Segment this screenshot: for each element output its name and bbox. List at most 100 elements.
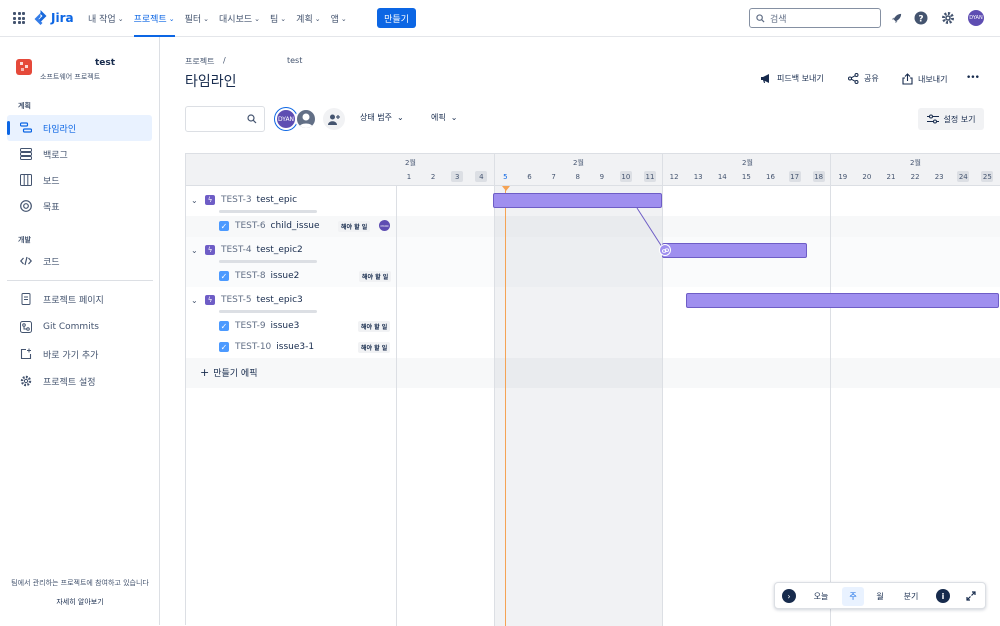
git-commits-icon	[19, 320, 33, 334]
issue-key[interactable]: TEST-8	[235, 271, 266, 281]
filter-avatar-dyan[interactable]: DYAN	[275, 108, 297, 130]
top-nav: 내 작업 ⌄ 프로젝트 ⌄ 필터 ⌄ 대시보드 ⌄ 팀 ⌄ 계획 ⌄ 앱 ⌄	[88, 0, 357, 37]
breadcrumb-project[interactable]: test	[287, 56, 302, 65]
help-icon[interactable]: ?	[913, 10, 929, 26]
zoom-today-button[interactable]: 오늘	[808, 587, 834, 606]
assignee-avatar[interactable]: DYAN	[379, 220, 390, 231]
nav-apps[interactable]: 앱 ⌄	[331, 0, 347, 37]
more-actions-button[interactable]: •••	[966, 73, 980, 83]
chevron-down-icon: ⌄	[168, 14, 175, 23]
nav-label: 계획	[296, 15, 313, 25]
share-button[interactable]: 공유	[848, 73, 879, 84]
sidebar-item-label: 바로 가기 추가	[43, 350, 99, 361]
sidebar-item-backlog[interactable]: 백로그	[7, 141, 152, 167]
nav-filters[interactable]: 필터 ⌄	[185, 0, 209, 37]
issue-key[interactable]: TEST-3	[221, 195, 252, 205]
timeline-search-input[interactable]	[185, 106, 265, 132]
export-label: 내보내기	[918, 74, 948, 84]
export-button[interactable]: 내보내기	[902, 73, 947, 85]
create-button[interactable]: 만들기	[377, 8, 416, 28]
epic-row-test-3[interactable]: ⌄ ϟ TEST-3 test_epic	[186, 192, 397, 208]
chevron-down-icon[interactable]: ⌄	[191, 246, 201, 255]
view-settings-label: 설정 보기	[943, 114, 976, 124]
issue-list: ⌄ ϟ TEST-3 test_epic ✓ TEST-6 child_issu…	[186, 154, 397, 626]
plus-icon: +	[200, 365, 210, 379]
sidebar-item-label: 타임라인	[43, 124, 77, 135]
sidebar-item-board[interactable]: 보드	[7, 167, 152, 193]
sidebar-item-label: 보드	[43, 176, 60, 187]
nav-dashboards[interactable]: 대시보드 ⌄	[219, 0, 260, 37]
chevron-down-icon: ⌄	[254, 14, 261, 23]
link-icon[interactable]	[659, 244, 671, 256]
issue-key[interactable]: TEST-5	[221, 295, 252, 305]
feedback-label: 피드백 보내기	[777, 74, 824, 83]
issue-summary: issue2	[270, 271, 300, 281]
sidebar-item-git-commits[interactable]: Git Commits	[7, 314, 152, 340]
epic-filter[interactable]: 에픽 ⌄	[431, 112, 457, 123]
nav-plans[interactable]: 계획 ⌄	[296, 0, 320, 37]
section-dev-heading: 개발	[18, 236, 31, 244]
epic-row-test-4[interactable]: ⌄ ϟ TEST-4 test_epic2	[186, 242, 397, 258]
svg-text:?: ?	[918, 15, 923, 25]
nav-label: 필터	[184, 15, 202, 25]
view-settings-button[interactable]: 설정 보기	[918, 108, 984, 130]
add-people-icon[interactable]	[323, 108, 345, 130]
chevron-down-icon: ⌄	[314, 14, 321, 23]
issue-key[interactable]: TEST-9	[235, 321, 266, 331]
page-title: 타임라인	[185, 74, 237, 90]
epic-row-test-5[interactable]: ⌄ ϟ TEST-5 test_epic3	[186, 292, 397, 308]
nav-projects[interactable]: 프로젝트 ⌄	[133, 0, 175, 37]
breadcrumb-projects[interactable]: 프로젝트	[185, 56, 214, 67]
zoom-quarter-button[interactable]: 분기	[898, 587, 924, 606]
sidebar-item-label: 프로젝트 페이지	[43, 295, 104, 306]
status-badge[interactable]: 해야 할 일	[358, 321, 391, 332]
status-badge[interactable]: 해야 할 일	[359, 271, 392, 282]
chevron-right-icon[interactable]: ›	[782, 589, 796, 603]
app-switcher-icon[interactable]	[13, 12, 25, 24]
create-epic-button[interactable]: + 만들기 에픽	[186, 364, 397, 380]
feedback-button[interactable]: 피드백 보내기	[760, 73, 824, 84]
issue-key[interactable]: TEST-4	[221, 245, 252, 255]
zoom-month-button[interactable]: 월	[870, 587, 890, 606]
info-icon[interactable]: i	[936, 589, 950, 603]
search-icon	[247, 114, 257, 124]
dependency-link	[636, 207, 665, 251]
jira-logo-text: Jira	[51, 10, 74, 25]
filter-avatar-unassigned-icon[interactable]	[295, 108, 317, 130]
sidebar-item-code[interactable]: 코드	[7, 248, 152, 274]
project-header[interactable]	[16, 59, 32, 75]
epic-bar[interactable]	[686, 293, 1000, 308]
sidebar-item-project-settings[interactable]: 프로젝트 설정	[7, 368, 152, 394]
chevron-down-icon[interactable]: ⌄	[191, 296, 201, 305]
status-category-label: 상태 범주	[360, 113, 392, 122]
sidebar-item-label: 코드	[43, 257, 60, 268]
epic-bar[interactable]	[493, 193, 662, 208]
sidebar-item-project-pages[interactable]: 프로젝트 페이지	[7, 286, 152, 312]
search-input[interactable]: 검색	[749, 8, 881, 28]
zoom-week-button[interactable]: 주	[842, 587, 864, 606]
chevron-down-icon: ⌄	[340, 14, 347, 23]
status-badge[interactable]: 해야 할 일	[338, 221, 371, 232]
issue-key[interactable]: TEST-6	[235, 221, 266, 231]
fullscreen-icon[interactable]	[964, 589, 978, 603]
settings-gear-icon[interactable]	[940, 10, 956, 26]
status-badge[interactable]: 해야 할 일	[358, 342, 391, 353]
task-checkbox-icon: ✓	[219, 342, 229, 352]
nav-teams[interactable]: 팀 ⌄	[270, 0, 286, 37]
notifications-rocket-icon[interactable]	[888, 10, 904, 26]
jira-logo[interactable]: Jira	[34, 10, 74, 25]
chevron-down-icon[interactable]: ⌄	[191, 196, 201, 205]
breadcrumb-separator: /	[223, 56, 226, 65]
nav-my-work[interactable]: 내 작업 ⌄	[88, 0, 124, 37]
status-category-filter[interactable]: 상태 범주 ⌄	[360, 112, 404, 123]
backlog-icon	[19, 147, 33, 161]
user-avatar[interactable]: DYAN	[968, 10, 984, 26]
epic-icon: ϟ	[205, 295, 215, 305]
sidebar-item-goals[interactable]: 목표	[7, 193, 152, 219]
epic-bar[interactable]	[662, 243, 807, 258]
issue-key[interactable]: TEST-10	[235, 342, 271, 352]
sidebar-item-add-shortcut[interactable]: 바로 가기 추가	[7, 341, 152, 367]
timeline-zoom-controls: › 오늘 주 월 분기 i	[774, 582, 986, 609]
sidebar-item-timeline[interactable]: 타임라인	[7, 115, 152, 141]
learn-more-link[interactable]: 자세히 알아보기	[0, 597, 160, 607]
